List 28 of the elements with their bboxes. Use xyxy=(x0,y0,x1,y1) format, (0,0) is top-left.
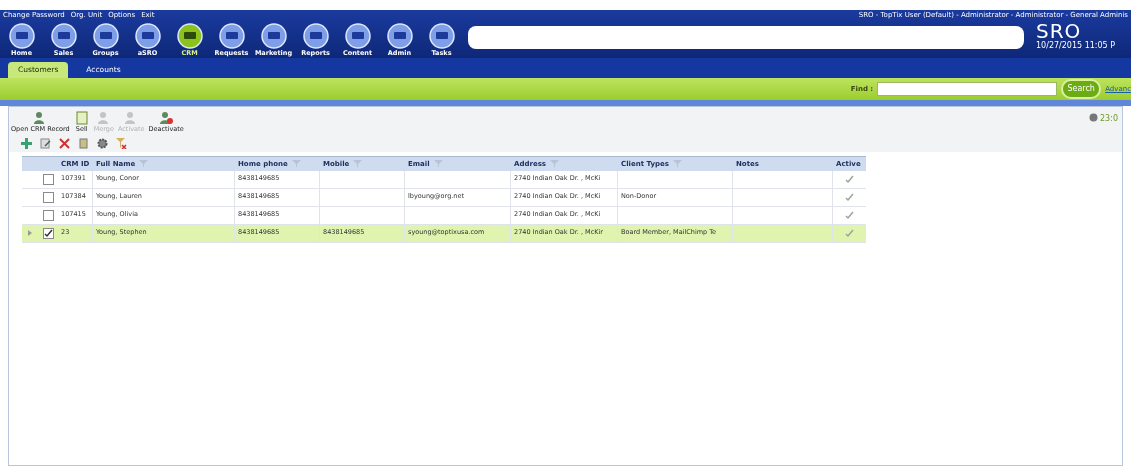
checkbox[interactable] xyxy=(42,173,54,185)
nav-circle-icon xyxy=(134,22,161,49)
nav-circle-icon xyxy=(176,22,203,49)
nav-circle-icon xyxy=(260,22,287,49)
checkbox[interactable] xyxy=(42,191,54,203)
date-time: 10/27/2015 11:05 P xyxy=(1036,40,1117,52)
nav-circle-icon xyxy=(8,22,35,49)
find-field[interactable] xyxy=(877,82,1058,96)
nav-circle-icon xyxy=(386,22,413,49)
logo: SRO xyxy=(1036,22,1083,40)
time-note: 23:0 xyxy=(1100,113,1118,125)
edit-icon[interactable] xyxy=(40,137,51,149)
nav-circle-icon xyxy=(218,22,245,49)
nav-circle-icon xyxy=(302,22,329,49)
document-icon xyxy=(73,111,90,125)
add-icon[interactable] xyxy=(21,137,32,149)
person-icon xyxy=(158,111,175,125)
nav-circle-icon xyxy=(92,22,119,49)
nav-circle-icon xyxy=(344,22,371,49)
nav-circle-icon xyxy=(50,22,77,49)
address-field[interactable] xyxy=(468,25,1024,49)
nav-circle-icon xyxy=(428,22,455,49)
row-indicator-icon xyxy=(28,230,32,237)
clear-filter-icon[interactable] xyxy=(116,137,127,149)
checkbox[interactable] xyxy=(42,209,54,221)
checkbox[interactable] xyxy=(42,227,54,239)
close-icon[interactable] xyxy=(59,137,70,149)
gear-icon[interactable] xyxy=(97,137,108,149)
